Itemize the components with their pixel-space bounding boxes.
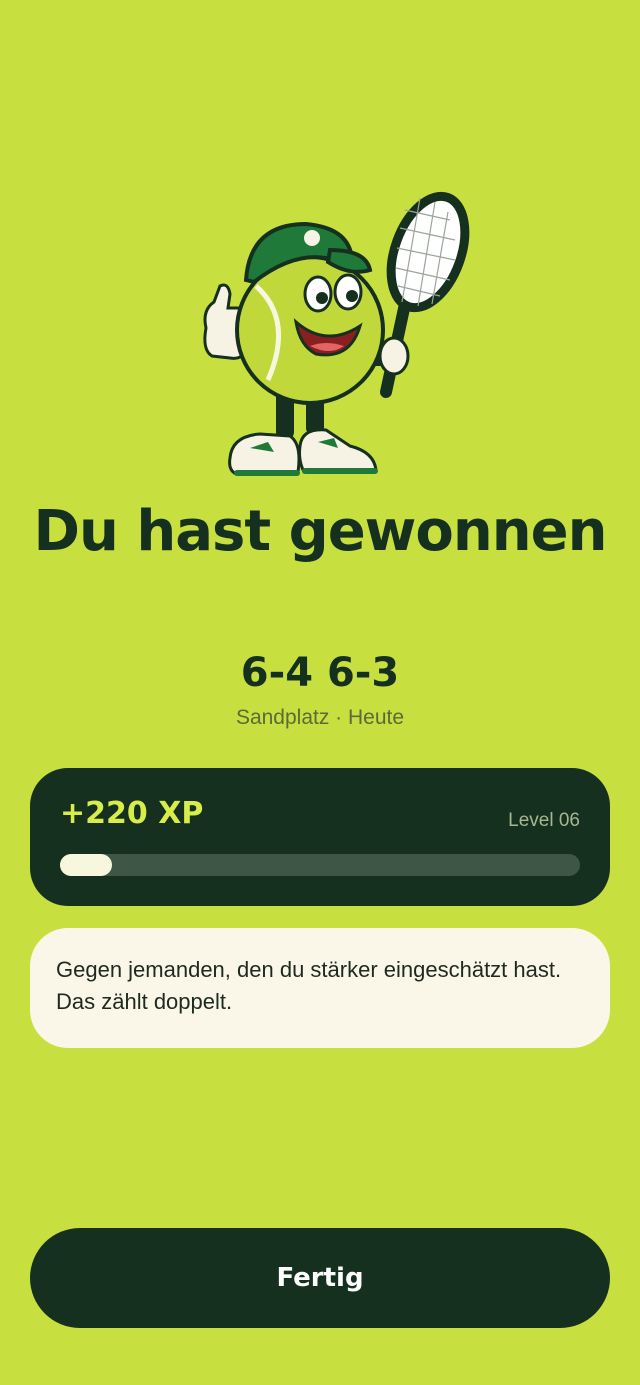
message-card: Gegen jemanden, den du stärker eingeschä… — [30, 928, 610, 1048]
xp-progress-fill — [60, 854, 112, 876]
xp-progress-bar — [60, 854, 580, 876]
result-title: Du hast gewonnen — [33, 499, 608, 564]
match-meta: Sandplatz · Heute — [235, 706, 405, 729]
done-button[interactable]: Fertig — [30, 1228, 610, 1328]
tennis-ball-mascot-icon — [203, 191, 470, 476]
match-score: 6-4 6-3 — [240, 650, 400, 696]
level-label: Level 06 — [508, 810, 580, 831]
xp-gained: +220 XP — [60, 796, 204, 831]
xp-card: +220 XP Level 06 — [30, 768, 610, 906]
result-message: Gegen jemanden, den du stärker eingeschä… — [56, 957, 562, 1014]
